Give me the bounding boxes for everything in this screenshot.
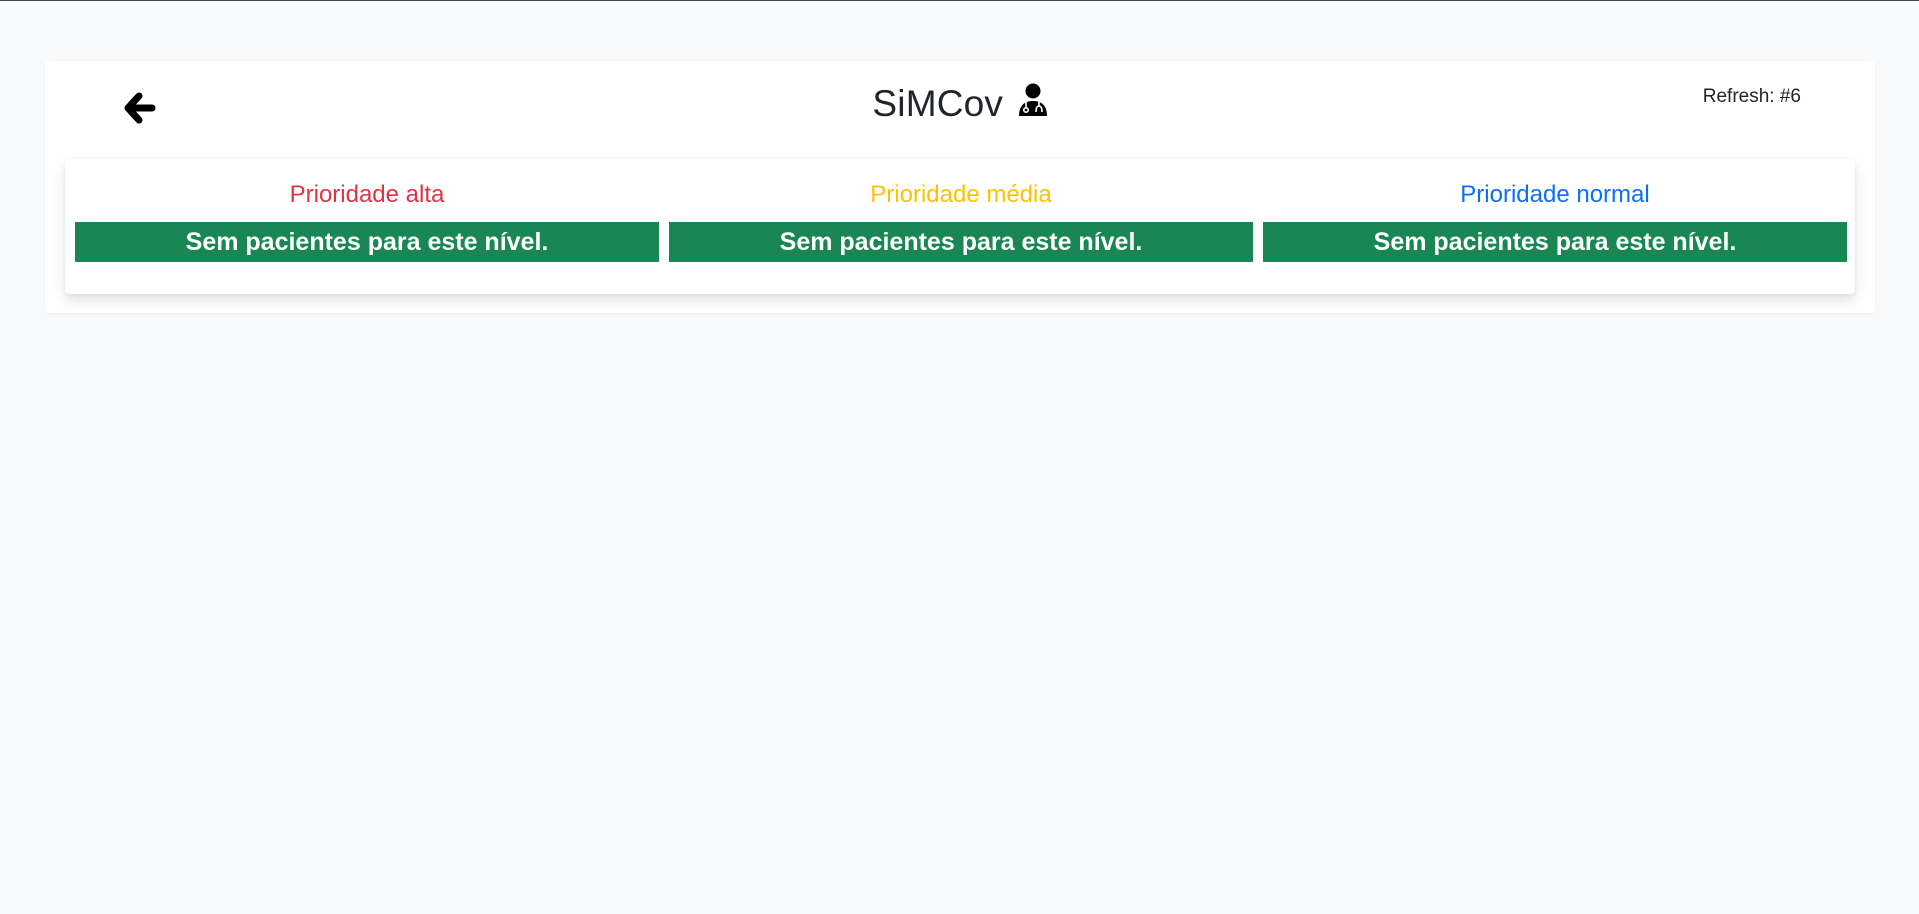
empty-message-high: Sem pacientes para este nível. bbox=[75, 222, 659, 262]
empty-message-normal: Sem pacientes para este nível. bbox=[1263, 222, 1847, 262]
priority-title-normal: Prioridade normal bbox=[1460, 181, 1650, 208]
priority-column-high: Prioridade alta Sem pacientes para este … bbox=[75, 159, 659, 262]
priority-title-medium: Prioridade média bbox=[870, 181, 1052, 208]
priority-column-normal: Prioridade normal Sem pacientes para est… bbox=[1263, 159, 1847, 262]
user-doctor-icon bbox=[1018, 83, 1048, 122]
page-header: SiMCov bbox=[45, 83, 1875, 127]
priority-board: Prioridade alta Sem pacientes para este … bbox=[65, 159, 1855, 294]
queue-card: SiMCov Refresh: #6 Prioridade alta Sem p… bbox=[45, 61, 1875, 313]
page-title: SiMCov bbox=[872, 83, 1004, 124]
priority-column-medium: Prioridade média Sem pacientes para este… bbox=[669, 159, 1253, 262]
priority-title-high: Prioridade alta bbox=[289, 181, 445, 208]
empty-message-medium: Sem pacientes para este nível. bbox=[669, 222, 1253, 262]
refresh-counter: Refresh: #6 bbox=[1702, 86, 1801, 107]
